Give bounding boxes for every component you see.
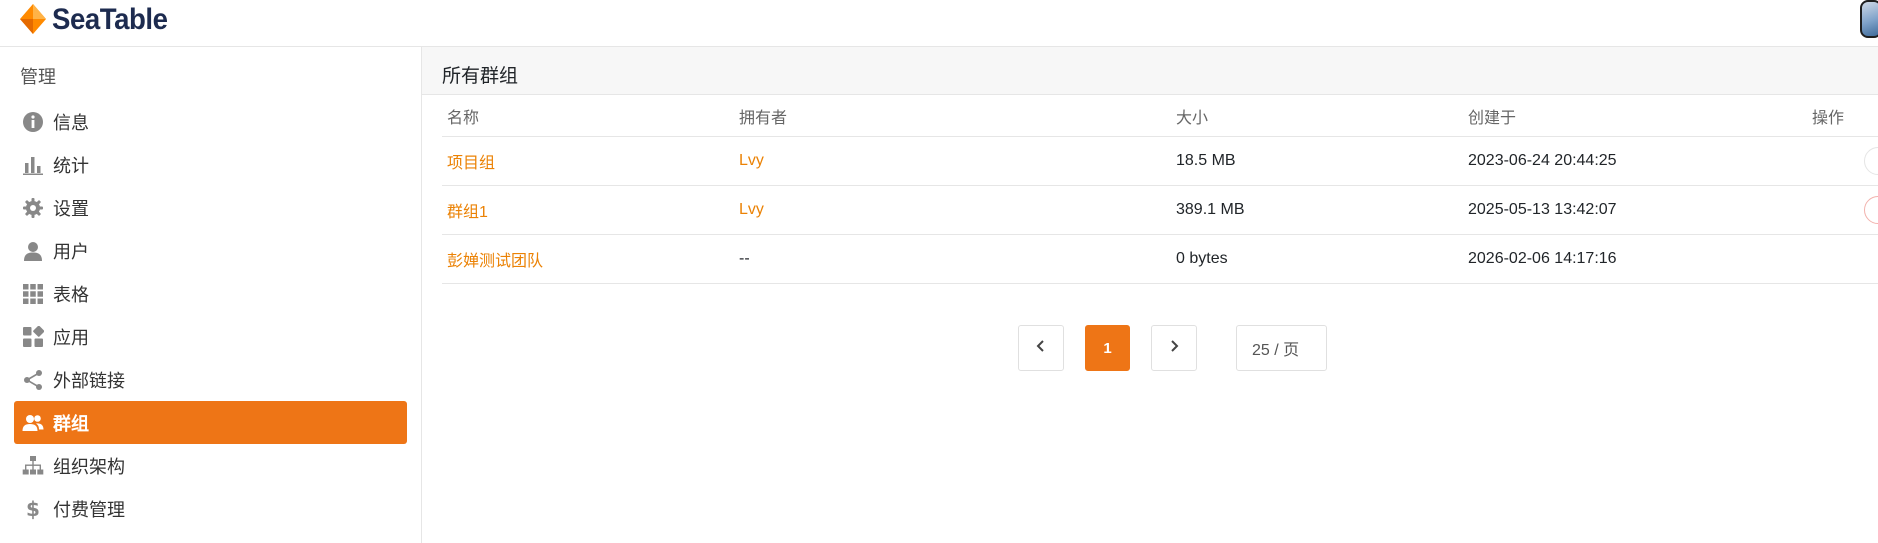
row-operation-button[interactable] <box>1864 196 1878 224</box>
sidebar-item-label: 外部链接 <box>53 370 125 391</box>
group-owner-link[interactable]: Lvy <box>739 186 764 234</box>
sidebar-item-label: 用户 <box>53 241 89 262</box>
chevron-left-icon <box>1034 339 1048 358</box>
table-header-row: 名称 拥有者 大小 创建于 操作 <box>442 95 1878 137</box>
column-header-owner: 拥有者 <box>739 109 788 127</box>
sidebar-item-billing[interactable]: $ 付费管理 <box>14 487 407 530</box>
group-size: 0 bytes <box>1176 250 1228 267</box>
column-header-size: 大小 <box>1176 109 1209 127</box>
current-page-button[interactable]: 1 <box>1085 325 1130 371</box>
group-owner: -- <box>739 250 750 267</box>
chevron-right-icon <box>1167 339 1181 358</box>
group-name-link[interactable]: 项目组 <box>447 137 495 185</box>
sidebar-item-label: 群组 <box>53 413 89 434</box>
group-created: 2023-06-24 20:44:25 <box>1468 152 1617 169</box>
previous-page-button[interactable] <box>1018 325 1064 371</box>
svg-text:$: $ <box>26 498 40 520</box>
sidebar-heading: 管理 <box>20 67 56 87</box>
page-size-select[interactable]: 25 / 页 <box>1236 325 1327 371</box>
user-avatar[interactable] <box>1860 0 1878 38</box>
sidebar-item-statistics[interactable]: 统计 <box>14 143 407 186</box>
groups-table: 名称 拥有者 大小 创建于 操作 项目组 Lvy 18.5 MB 2023-06… <box>442 95 1878 284</box>
group-created: 2026-02-06 14:17:16 <box>1468 250 1617 267</box>
sidebar-item-label: 应用 <box>53 327 89 348</box>
sidebar-item-label: 信息 <box>53 112 89 133</box>
sidebar-item-groups[interactable]: 群组 <box>14 401 407 444</box>
sidebar-item-info[interactable]: 信息 <box>14 100 407 143</box>
sidebar-item-organization[interactable]: 组织架构 <box>14 444 407 487</box>
sidebar-item-settings[interactable]: 设置 <box>14 186 407 229</box>
sidebar-item-users[interactable]: 用户 <box>14 229 407 272</box>
admin-sidebar: 管理 信息 统计 设置 用户 表格 应用 外部链接 群组 组织架构 $ 付费管理 <box>0 47 422 543</box>
row-operation-button[interactable] <box>1864 147 1878 175</box>
top-header: SeaTable <box>0 0 1878 47</box>
next-page-button[interactable] <box>1151 325 1197 371</box>
sidebar-item-label: 统计 <box>53 155 89 176</box>
column-header-ops: 操作 <box>1812 109 1845 127</box>
group-created: 2025-05-13 13:42:07 <box>1468 201 1617 218</box>
grid-icon <box>22 283 44 305</box>
bar-chart-icon <box>22 154 44 176</box>
seatable-logo-icon <box>18 2 48 38</box>
org-chart-icon <box>22 455 44 477</box>
group-name-link[interactable]: 彭婵测试团队 <box>447 235 543 283</box>
sidebar-nav: 信息 统计 设置 用户 表格 应用 外部链接 群组 组织架构 $ 付费管理 <box>14 100 407 530</box>
info-icon <box>22 111 44 133</box>
sidebar-item-label: 设置 <box>53 198 89 219</box>
main-content: 所有群组 名称 拥有者 大小 创建于 操作 项目组 Lvy 18.5 MB 20… <box>422 47 1878 543</box>
sidebar-item-tables[interactable]: 表格 <box>14 272 407 315</box>
user-icon <box>22 240 44 262</box>
page-title: 所有群组 <box>442 66 519 87</box>
group-size: 389.1 MB <box>1176 201 1245 218</box>
table-row: 彭婵测试团队 -- 0 bytes 2026-02-06 14:17:16 <box>442 235 1878 284</box>
gear-icon <box>22 197 44 219</box>
apps-icon <box>22 325 44 348</box>
group-size: 18.5 MB <box>1176 152 1236 169</box>
table-row: 群组1 Lvy 389.1 MB 2025-05-13 13:42:07 <box>442 186 1878 235</box>
logo-text: SeaTable <box>52 3 168 36</box>
group-icon <box>22 412 44 434</box>
sidebar-item-label: 付费管理 <box>53 499 125 520</box>
dollar-icon: $ <box>22 498 44 520</box>
seatable-logo[interactable]: SeaTable <box>18 2 178 38</box>
column-header-name: 名称 <box>447 109 480 127</box>
sidebar-item-label: 组织架构 <box>53 456 125 477</box>
group-owner-link[interactable]: Lvy <box>739 137 764 185</box>
group-name-link[interactable]: 群组1 <box>447 186 488 234</box>
share-icon <box>22 369 44 391</box>
sidebar-item-apps[interactable]: 应用 <box>14 315 407 358</box>
sidebar-item-external-links[interactable]: 外部链接 <box>14 358 407 401</box>
table-row: 项目组 Lvy 18.5 MB 2023-06-24 20:44:25 <box>442 137 1878 186</box>
sidebar-item-label: 表格 <box>53 284 89 305</box>
page-header: 所有群组 <box>422 47 1878 95</box>
column-header-created: 创建于 <box>1468 109 1517 127</box>
